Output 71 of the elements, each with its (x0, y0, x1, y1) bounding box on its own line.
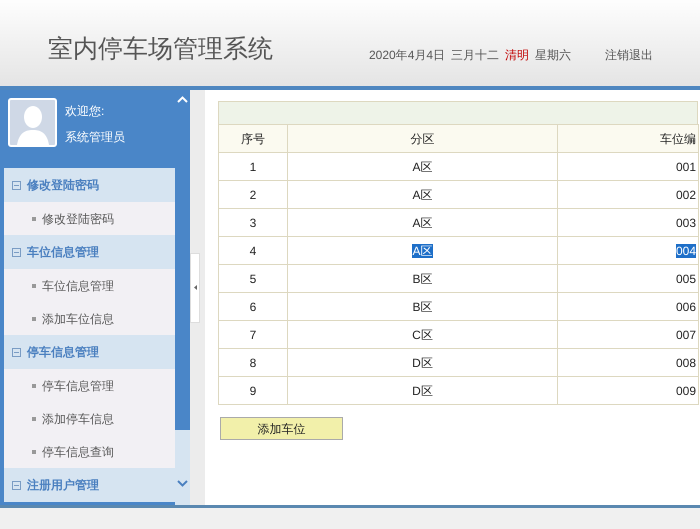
table-cell: B区 (288, 264, 558, 292)
item-label: 停车信息管理 (42, 378, 114, 394)
bullet-icon (32, 450, 36, 454)
table-cell: 004 (558, 236, 698, 264)
scroll-down-icon[interactable] (177, 480, 188, 487)
avatar-silhouette-icon (8, 98, 57, 147)
item-label: 添加车位信息 (42, 310, 114, 328)
column-header: 序号 (218, 124, 288, 152)
add-space-button[interactable]: 添加车位 (220, 417, 343, 440)
sidebar-item[interactable]: 添加车位信息 (4, 302, 175, 335)
table-cell: D区 (288, 376, 558, 404)
table-cell: A区 (288, 180, 558, 208)
app-title: 室内停车场管理系统 (48, 37, 273, 62)
collapse-icon (12, 348, 21, 356)
table-cell: A区 (288, 152, 558, 180)
bullet-icon (32, 316, 36, 320)
sidebar-item[interactable]: 修改登陆密码 (4, 202, 175, 235)
column-header: 分区 (288, 124, 558, 152)
item-label: 修改登陆密码 (42, 210, 114, 228)
group-label: 修改登陆密码 (27, 177, 99, 194)
bullet-icon (32, 216, 36, 220)
item-label: 添加停车信息 (42, 410, 114, 428)
collapse-icon (12, 248, 21, 256)
table-cell: 9 (218, 376, 288, 404)
weekday-text: 星期六 (535, 47, 572, 64)
table-cell: 7 (218, 320, 288, 348)
table-cell: D区 (288, 348, 558, 376)
sidebar-item[interactable]: 停车信息管理 (4, 369, 175, 402)
solar-term-text: 清明 (505, 47, 530, 64)
scroll-up-icon[interactable] (177, 96, 188, 103)
collapse-icon (12, 180, 21, 190)
table-cell: A区 (288, 236, 558, 264)
bullet-icon (32, 416, 36, 420)
logout-link[interactable]: 注销退出 (605, 46, 654, 64)
table-cell: 5 (218, 264, 288, 292)
sidebar-item[interactable]: 添加停车信息 (4, 402, 175, 435)
table-cell: 003 (558, 208, 698, 236)
table-cell: 6 (218, 292, 288, 320)
item-label: 停车信息查询 (42, 444, 114, 460)
table-cell: B区 (288, 292, 558, 320)
table-cell: 005 (558, 264, 698, 292)
table-cell: 009 (558, 376, 698, 404)
table-cell: 2 (218, 180, 288, 208)
table-cell: A区 (288, 208, 558, 236)
table-cell: 001 (558, 152, 698, 180)
table-cell: 006 (558, 292, 698, 320)
greeting-text: 欢迎您: (65, 103, 106, 120)
group-label: 停车信息管理 (27, 344, 99, 361)
table-cell: 8 (218, 348, 288, 376)
table-cell: C区 (288, 320, 558, 348)
table-cell: 1 (218, 152, 288, 180)
scrollbar[interactable] (175, 90, 190, 505)
date-text: 2020年4月4日 (369, 47, 446, 64)
bullet-icon (32, 284, 36, 288)
table-cell: 4 (218, 236, 288, 264)
bullet-icon (32, 384, 36, 388)
table-cell: 007 (558, 320, 698, 348)
lunar-date-text: 三月十二 (451, 47, 500, 64)
table-cell: 008 (558, 348, 698, 376)
table-cell: 3 (218, 208, 288, 236)
sidebar-item[interactable]: 车位信息管理 (4, 269, 175, 302)
column-header: 车位编 (558, 124, 698, 152)
caret-left-icon (194, 285, 196, 290)
collapse-icon (12, 480, 21, 490)
table-cell: 002 (558, 180, 698, 208)
item-label: 车位信息管理 (42, 278, 114, 294)
group-label: 车位信息管理 (27, 244, 99, 261)
user-name: 系统管理员 (65, 129, 125, 146)
collapse-handle[interactable] (190, 252, 200, 322)
group-label: 注册用户管理 (27, 477, 99, 494)
sidebar-item[interactable]: 停车信息查询 (4, 435, 175, 468)
